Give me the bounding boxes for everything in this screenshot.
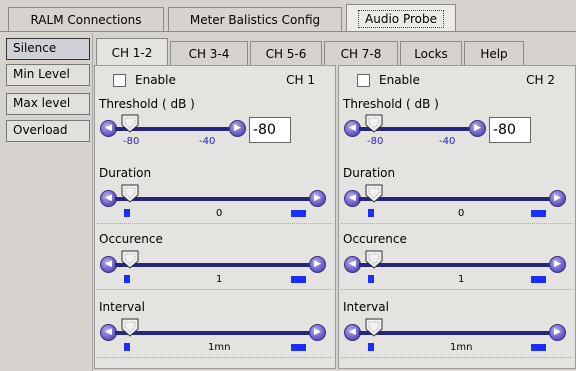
tab-label: Meter Balistics Config: [189, 12, 321, 27]
duration-max-marker: [291, 210, 306, 217]
threshold-label: Threshold ( dB ): [99, 97, 195, 111]
tab-ralm-connections[interactable]: RALM Connections: [8, 7, 164, 31]
duration-slider-thumb[interactable]: [121, 184, 139, 203]
side-item-silence[interactable]: Silence: [6, 38, 90, 60]
duration-label: Duration: [99, 166, 152, 180]
threshold-min-label: -80: [367, 136, 384, 147]
interval-slider-track[interactable]: [115, 331, 311, 335]
occurence-slider-track[interactable]: [359, 263, 551, 267]
threshold-max-label: -40: [439, 136, 456, 147]
side-list-border: [92, 33, 93, 371]
occurence-value: 1: [458, 274, 465, 285]
enable-label: Enable: [379, 73, 420, 87]
occurence-label: Occurence: [343, 232, 407, 246]
interval-max-marker: [291, 344, 306, 351]
interval-slider-thumb[interactable]: [365, 318, 383, 337]
interval-increase-button[interactable]: ▶: [309, 324, 326, 341]
interval-slider-thumb[interactable]: [121, 318, 139, 337]
enable-checkbox[interactable]: [357, 74, 370, 87]
occurence-slider-track[interactable]: [115, 263, 311, 267]
tab-ch-7-8[interactable]: CH 7-8: [324, 41, 398, 65]
occurence-min-marker: [124, 275, 130, 283]
duration-increase-button[interactable]: ▶: [549, 190, 566, 207]
threshold-max-label: -40: [199, 136, 216, 147]
occurence-max-marker: [291, 276, 306, 283]
tab-label: CH 7-8: [340, 46, 382, 61]
threshold-slider-thumb[interactable]: [365, 114, 383, 133]
tab-meter-balistics-config[interactable]: Meter Balistics Config: [168, 7, 342, 31]
threshold-value-field[interactable]: -80: [489, 117, 531, 143]
interval-max-marker: [531, 344, 546, 351]
interval-min-marker: [368, 343, 374, 351]
interval-increase-button[interactable]: ▶: [549, 324, 566, 341]
side-item-max-level[interactable]: Max level: [6, 93, 90, 115]
enable-checkbox[interactable]: [113, 74, 126, 87]
audio-probe-window: { "top_tabs": ["RALM Connections", "Mete…: [0, 0, 576, 371]
row-divider: [97, 357, 333, 358]
occurence-increase-button[interactable]: ▶: [549, 256, 566, 273]
tab-ch-1-2[interactable]: CH 1-2: [96, 38, 168, 66]
duration-value: 0: [216, 208, 223, 219]
threshold-slider-thumb[interactable]: [121, 114, 139, 133]
interval-value: 1mn: [450, 342, 473, 353]
interval-min-marker: [124, 343, 130, 351]
occurence-value: 1: [216, 274, 223, 285]
interval-label: Interval: [343, 300, 389, 314]
occurence-label: Occurence: [99, 232, 163, 246]
channel-name: CH 1: [286, 73, 315, 87]
tab-label: Audio Probe: [358, 9, 444, 28]
occurence-max-marker: [531, 276, 546, 283]
tab-label: Locks: [414, 46, 448, 61]
row-divider: [341, 289, 573, 290]
side-item-label: Min Level: [13, 67, 70, 81]
interval-label: Interval: [99, 300, 145, 314]
occurence-slider-thumb[interactable]: [121, 250, 139, 269]
interval-value: 1mn: [208, 342, 231, 353]
side-item-label: Max level: [13, 96, 71, 110]
side-item-overload[interactable]: Overload: [6, 120, 90, 142]
top-tabs-divider: [0, 31, 576, 32]
threshold-increase-button[interactable]: ▶: [469, 120, 486, 137]
threshold-label: Threshold ( dB ): [343, 97, 439, 111]
tab-label: RALM Connections: [30, 12, 142, 27]
channel-name: CH 2: [526, 73, 555, 87]
tab-label: CH 1-2: [111, 45, 153, 60]
row-divider: [341, 357, 573, 358]
tab-ch-5-6[interactable]: CH 5-6: [250, 41, 322, 65]
enable-label: Enable: [135, 73, 176, 87]
tab-label: CH 3-4: [188, 46, 230, 61]
duration-min-marker: [124, 209, 130, 217]
tab-audio-probe[interactable]: Audio Probe: [346, 4, 456, 32]
duration-slider-track[interactable]: [359, 197, 551, 201]
threshold-increase-button[interactable]: ▶: [229, 120, 246, 137]
threshold-value-field[interactable]: -80: [249, 117, 291, 143]
tab-label: Help: [480, 46, 508, 61]
tab-label: CH 5-6: [265, 46, 307, 61]
occurence-increase-button[interactable]: ▶: [309, 256, 326, 273]
channel-panel-ch2: Enable CH 2 Threshold ( dB ) ◀ ▶ -80 -40 -80 Dur…: [338, 65, 576, 369]
duration-slider-thumb[interactable]: [365, 184, 383, 203]
side-item-min-level[interactable]: Min Level: [6, 64, 90, 86]
duration-label: Duration: [343, 166, 396, 180]
row-divider: [97, 289, 333, 290]
occurence-slider-thumb[interactable]: [365, 250, 383, 269]
duration-max-marker: [531, 210, 546, 217]
duration-min-marker: [368, 209, 374, 217]
interval-slider-track[interactable]: [359, 331, 551, 335]
row-divider: [341, 223, 573, 224]
side-item-label: Overload: [13, 123, 68, 137]
occurence-min-marker: [368, 275, 374, 283]
duration-increase-button[interactable]: ▶: [309, 190, 326, 207]
duration-value: 0: [458, 208, 465, 219]
tab-locks[interactable]: Locks: [400, 41, 462, 65]
tab-ch-3-4[interactable]: CH 3-4: [170, 41, 248, 65]
row-divider: [97, 223, 333, 224]
channel-panel-ch1: Enable CH 1 Threshold ( dB ) ◀ ▶ -80 -40 -80 Dur…: [94, 65, 336, 369]
tab-help[interactable]: Help: [464, 41, 524, 65]
threshold-min-label: -80: [123, 136, 140, 147]
side-item-label: Silence: [13, 41, 57, 55]
duration-slider-track[interactable]: [115, 197, 311, 201]
